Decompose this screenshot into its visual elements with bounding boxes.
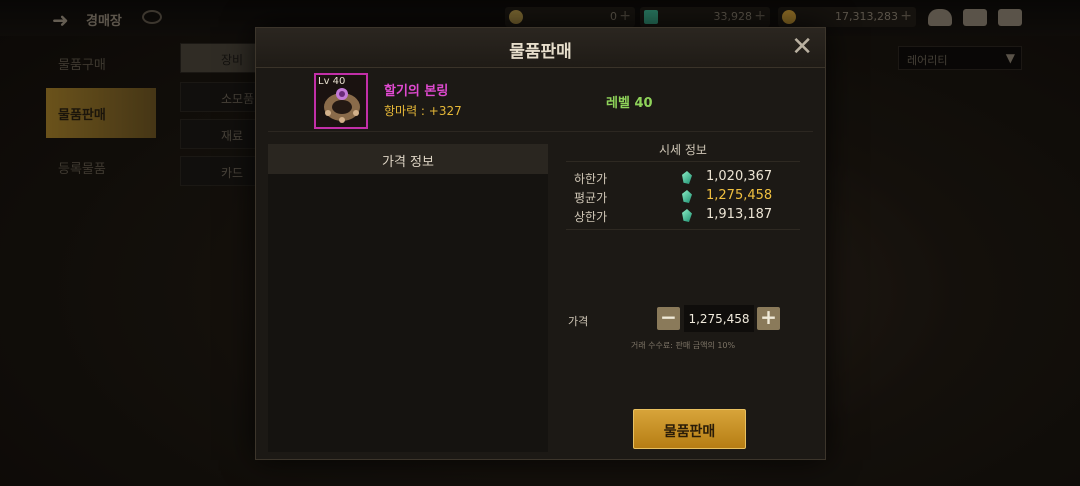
sell-item-button[interactable]: 물품판매: [633, 409, 746, 449]
price-label: 가격: [568, 315, 589, 328]
price-info-title: 가격 정보: [268, 144, 548, 174]
fee-note: 거래 수수료: 판매 금액의 10%: [630, 341, 736, 350]
item-stat: 항마력 : +327: [384, 104, 462, 118]
divider: [566, 161, 800, 162]
price-info-panel: 가격 정보: [268, 144, 548, 452]
sell-item-dialog: 물품판매 ✕ Lv 40 할기의 본링 항마력 : +327 레벨 40 가격 …: [255, 27, 826, 460]
item-level: 레벨 40: [606, 96, 653, 111]
gem-icon: [682, 190, 692, 203]
market-row-max: 상한가 1,913,187: [574, 207, 794, 225]
item-slot[interactable]: Lv 40: [314, 73, 368, 129]
divider: [566, 229, 800, 230]
dialog-header: 물품판매 ✕: [256, 28, 825, 68]
market-label: 평균가: [574, 191, 608, 205]
gem-icon: [682, 171, 692, 184]
market-info-title: 시세 정보: [659, 143, 707, 157]
market-row-avg: 평균가 1,275,458: [574, 188, 794, 206]
market-value: 1,020,367: [706, 169, 773, 184]
increase-price-button[interactable]: +: [757, 307, 780, 330]
ring-icon: [324, 88, 360, 123]
market-label: 상한가: [574, 210, 608, 224]
price-input[interactable]: [684, 305, 754, 332]
market-value: 1,913,187: [706, 207, 773, 222]
market-label: 하한가: [574, 172, 608, 186]
gem-icon: [682, 209, 692, 222]
market-row-min: 하한가 1,020,367: [574, 169, 794, 187]
close-icon[interactable]: ✕: [791, 34, 813, 60]
dialog-title: 물품판매: [509, 42, 572, 62]
item-name: 할기의 본링: [384, 84, 449, 99]
decrease-price-button[interactable]: −: [657, 307, 680, 330]
item-summary: Lv 40 할기의 본링 항마력 : +327 레벨 40: [268, 70, 813, 132]
market-value: 1,275,458: [706, 188, 773, 203]
